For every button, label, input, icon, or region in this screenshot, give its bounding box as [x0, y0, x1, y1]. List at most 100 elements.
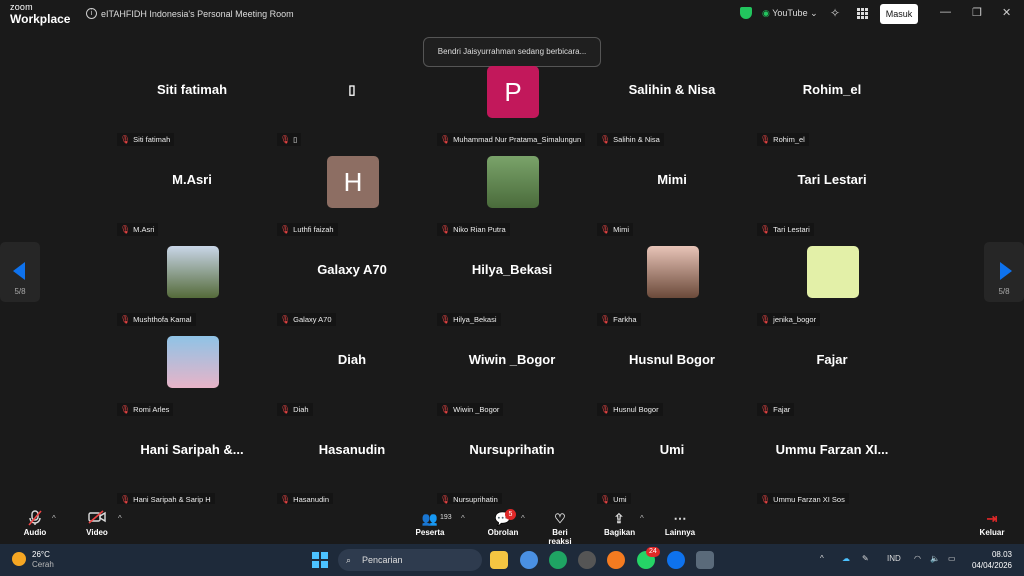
mic-muted-icon: 🎙: [280, 315, 291, 324]
mic-muted-icon: 🎙: [760, 315, 771, 324]
participant-display-name: Diah: [337, 352, 367, 367]
mic-muted-icon: 🎙: [760, 135, 771, 144]
youtube-label: YouTube: [772, 8, 808, 18]
copilot-icon[interactable]: [520, 551, 538, 569]
participant-tile[interactable]: Hasanudin 🎙 Hasanudin: [277, 426, 427, 506]
youtube-dropdown[interactable]: ◉ YouTube ⌄: [762, 8, 818, 19]
next-page-button[interactable]: 5/8: [984, 242, 1024, 302]
mic-muted-icon: 🎙: [440, 405, 451, 414]
shield-icon[interactable]: [740, 7, 752, 19]
participant-tile[interactable]: Salihin & Nisa 🎙 Salihin & Nisa: [597, 66, 747, 146]
video-off-icon: [84, 510, 110, 528]
file-explorer-icon[interactable]: [490, 551, 508, 569]
minimize-icon[interactable]: —: [940, 6, 951, 18]
mic-muted-icon: 🎙: [760, 405, 771, 414]
chat-options-caret[interactable]: ^: [521, 514, 525, 523]
participant-display-name: ▯: [348, 82, 356, 97]
previous-page-button[interactable]: 5/8: [0, 242, 40, 302]
participant-tile[interactable]: Galaxy A70 🎙 Galaxy A70: [277, 246, 427, 326]
mic-muted-icon: [22, 510, 48, 528]
participant-tile[interactable]: Umi 🎙 Umi: [597, 426, 747, 506]
pen-icon[interactable]: ✎: [862, 554, 869, 563]
chevron-up-icon[interactable]: ^: [820, 554, 824, 563]
sign-in-button[interactable]: Masuk: [880, 4, 918, 24]
participant-display-name: Fajar: [816, 352, 848, 367]
more-button[interactable]: ⋯ Lainnya: [664, 510, 696, 537]
leave-icon: ⇥: [986, 511, 998, 526]
participant-tile[interactable]: Ummu Farzan XI... 🎙 Ummu Farzan XI Sos: [757, 426, 907, 506]
participant-display-name: Wiwin _Bogor: [468, 352, 556, 367]
info-icon[interactable]: i: [86, 8, 97, 19]
mic-muted-icon: 🎙: [600, 225, 611, 234]
participant-tile[interactable]: 🎙 Farkha: [597, 246, 747, 326]
brand-line2: Workplace: [10, 12, 71, 26]
participant-tile[interactable]: Rohim_el 🎙 Rohim_el: [757, 66, 907, 146]
mic-muted-icon: 🎙: [600, 135, 611, 144]
video-button[interactable]: Video: [84, 510, 110, 537]
cloud-icon[interactable]: ☁: [842, 554, 850, 563]
active-speaker-banner: Bendri Jaisyurrahman sedang berbicara...: [423, 37, 601, 67]
volume-icon[interactable]: 🔈: [930, 554, 940, 563]
audio-options-caret[interactable]: ^: [52, 514, 56, 523]
participant-tile[interactable]: Nursuprihatin 🎙 Nursuprihatin: [437, 426, 587, 506]
audio-button[interactable]: Audio: [22, 510, 48, 537]
participant-caption-text: ▯: [293, 135, 298, 144]
participant-tile[interactable]: 🎙 Romi Arles: [117, 336, 267, 416]
arrow-right-icon: [1000, 262, 1012, 280]
participant-tile[interactable]: M.Asri 🎙 M.Asri: [117, 156, 267, 236]
weather-widget[interactable]: 26°C Cerah: [12, 550, 54, 570]
start-icon[interactable]: [312, 552, 328, 568]
participant-name-caption: 🎙 Salihin & Nisa: [597, 133, 664, 146]
clock[interactable]: 08.03 04/04/2026: [972, 549, 1012, 571]
participant-tile[interactable]: Hilya_Bekasi 🎙 Hilya_Bekasi: [437, 246, 587, 326]
participant-caption-text: Siti fatimah: [133, 135, 171, 144]
close-icon[interactable]: ✕: [1002, 6, 1011, 19]
participant-tile[interactable]: Husnul Bogor 🎙 Husnul Bogor: [597, 336, 747, 416]
participant-caption-text: Muhammad Nur Pratama_Simalungun: [453, 135, 582, 144]
participants-options-caret[interactable]: ^: [461, 514, 465, 523]
taskbar-search[interactable]: ⌕ Pencarian: [338, 549, 482, 571]
participant-tile[interactable]: Wiwin _Bogor 🎙 Wiwin _Bogor: [437, 336, 587, 416]
participant-display-name: Tari Lestari: [797, 172, 867, 187]
participant-name-caption: 🎙 Mushthofa Kamal: [117, 313, 196, 326]
apps-grid-icon[interactable]: [857, 8, 868, 19]
participant-name-caption: 🎙 Hilya_Bekasi: [437, 313, 501, 326]
search-icon: ⌕: [346, 555, 352, 565]
firefox-icon[interactable]: [607, 551, 625, 569]
participant-tile[interactable]: 🎙 jenika_bogor: [757, 246, 907, 326]
participant-tile[interactable]: Diah 🎙 Diah: [277, 336, 427, 416]
participant-name-caption: 🎙 Romi Arles: [117, 403, 174, 416]
participant-tile[interactable]: H 🎙 Luthfi faizah: [277, 156, 427, 236]
app-icon[interactable]: [578, 551, 596, 569]
participant-caption-text: Tari Lestari: [773, 225, 810, 234]
participant-tile[interactable]: Tari Lestari 🎙 Tari Lestari: [757, 156, 907, 236]
meeting-title[interactable]: i eITAHFIDH Indonesia's Personal Meeting…: [86, 8, 294, 19]
share-screen-icon: ⇪: [613, 511, 625, 526]
mic-muted-icon: 🎙: [280, 225, 291, 234]
edge-icon[interactable]: [549, 551, 567, 569]
video-options-caret[interactable]: ^: [118, 514, 122, 523]
participant-tile[interactable]: ▯ 🎙 ▯: [277, 66, 427, 146]
participant-tile[interactable]: P 🎙 Muhammad Nur Pratama_Simalungun: [437, 66, 587, 146]
ai-companion-icon[interactable]: ✧: [830, 6, 840, 20]
battery-icon[interactable]: ▭: [948, 554, 956, 563]
reactions-button[interactable]: ♡ Beri reaksi: [540, 510, 580, 546]
wifi-icon[interactable]: ◠: [914, 554, 921, 563]
participant-tile[interactable]: 🎙 Mushthofa Kamal: [117, 246, 267, 326]
participant-tile[interactable]: 🎙 Niko Rian Putra: [437, 156, 587, 236]
chat-label: Obrolan: [487, 528, 519, 537]
restore-icon[interactable]: ❐: [972, 6, 982, 19]
leave-button[interactable]: ⇥ Keluar: [976, 510, 1008, 537]
participant-display-name: Hani Saripah &...: [140, 442, 244, 457]
mic-muted-icon: 🎙: [280, 135, 291, 144]
mic-muted-icon: 🎙: [120, 405, 131, 414]
participant-tile[interactable]: Siti fatimah 🎙 Siti fatimah: [117, 66, 267, 146]
share-options-caret[interactable]: ^: [640, 514, 644, 523]
zoom-icon[interactable]: [667, 551, 685, 569]
window-icon[interactable]: [696, 551, 714, 569]
language-indicator[interactable]: IND: [887, 554, 901, 563]
participant-tile[interactable]: Fajar 🎙 Fajar: [757, 336, 907, 416]
share-button[interactable]: ⇪ Bagikan: [604, 510, 635, 537]
participant-tile[interactable]: Mimi 🎙 Mimi: [597, 156, 747, 236]
participant-tile[interactable]: Hani Saripah &... 🎙 Hani Saripah & Sarip H: [117, 426, 267, 506]
